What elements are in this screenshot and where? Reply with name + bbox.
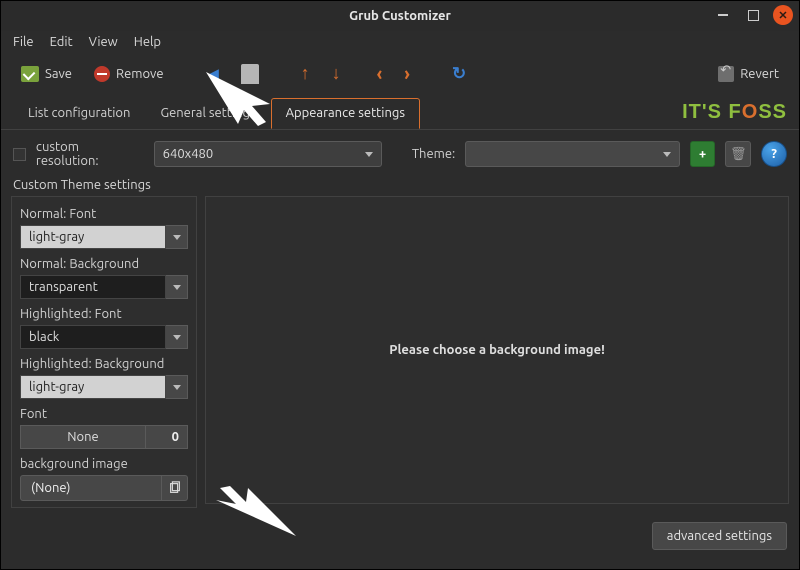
toolbar: Save Remove ◂ ↑ ↓ ‹ › ↻ Revert (1, 55, 799, 96)
resolution-theme-row: custom resolution: 640x480 Theme: + 🗑 ? (1, 130, 799, 178)
normal-bg-value: transparent (20, 275, 166, 299)
highlighted-font-value: black (20, 325, 166, 349)
preview-placeholder: Please choose a background image! (389, 343, 605, 357)
close-button[interactable]: ✕ (773, 5, 793, 25)
titlebar: Grub Customizer ✕ (1, 1, 799, 31)
footer: advanced settings (1, 514, 799, 562)
dropdown-button[interactable] (166, 225, 188, 249)
dropdown-button[interactable] (166, 375, 188, 399)
tab-list-configuration[interactable]: List configuration (13, 98, 145, 128)
dropdown-button[interactable] (166, 325, 188, 349)
advanced-settings-button[interactable]: advanced settings (652, 522, 787, 550)
new-button[interactable] (233, 60, 267, 88)
window-controls: ✕ (713, 5, 793, 25)
undo-button[interactable]: ◂ (202, 59, 227, 88)
highlighted-font-label: Highlighted: Font (20, 307, 188, 321)
remove-icon (94, 66, 110, 82)
normal-font-label: Normal: Font (20, 207, 188, 221)
copy-icon (168, 481, 182, 495)
chevron-down-icon (173, 335, 181, 340)
highlighted-bg-select[interactable]: light-gray (20, 375, 188, 399)
arrow-down-icon: ↓ (332, 63, 341, 84)
theme-settings-sidebar: Normal: Font light-gray Normal: Backgrou… (11, 196, 197, 508)
menubar: File Edit View Help (1, 31, 799, 55)
menu-file[interactable]: File (13, 35, 34, 49)
remove-button[interactable]: Remove (86, 62, 172, 86)
background-preview-area[interactable]: Please choose a background image! (205, 196, 789, 504)
font-name-button[interactable]: None (20, 425, 146, 449)
normal-bg-select[interactable]: transparent (20, 275, 188, 299)
chevron-down-icon (173, 235, 181, 240)
move-up-button[interactable]: ↑ (293, 59, 318, 88)
maximize-button[interactable] (743, 5, 763, 25)
minimize-button[interactable] (713, 5, 733, 25)
chevron-left-icon: ‹ (377, 64, 383, 84)
save-label: Save (45, 67, 72, 81)
chevron-down-icon (663, 152, 671, 157)
menu-help[interactable]: Help (134, 35, 161, 49)
menu-view[interactable]: View (89, 35, 118, 49)
highlighted-font-select[interactable]: black (20, 325, 188, 349)
highlighted-bg-value: light-gray (20, 375, 166, 399)
arrow-up-icon: ↑ (301, 63, 310, 84)
menu-edit[interactable]: Edit (50, 35, 73, 49)
custom-resolution-label: custom resolution: (36, 140, 144, 168)
delete-icon: 🗑 (730, 147, 747, 162)
tab-general-settings[interactable]: General settings (145, 98, 270, 128)
reload-icon: ↻ (452, 64, 466, 84)
help-button[interactable]: ? (761, 141, 787, 167)
revert-label: Revert (740, 67, 779, 81)
revert-icon (718, 66, 734, 82)
help-icon: ? (771, 147, 777, 161)
next-button[interactable]: › (396, 60, 418, 88)
custom-theme-section-label: Custom Theme settings (1, 178, 799, 196)
undo-icon: ◂ (210, 63, 219, 84)
remove-label: Remove (116, 67, 164, 81)
normal-bg-label: Normal: Background (20, 257, 188, 271)
dropdown-button[interactable] (166, 275, 188, 299)
chevron-down-icon (365, 152, 373, 157)
font-label: Font (20, 407, 188, 421)
theme-combo[interactable] (465, 141, 679, 167)
chevron-right-icon: › (404, 64, 410, 84)
normal-font-value: light-gray (20, 225, 166, 249)
revert-button[interactable]: Revert (710, 62, 787, 86)
tab-appearance-settings[interactable]: Appearance settings (271, 98, 420, 129)
custom-resolution-checkbox[interactable] (13, 148, 26, 161)
background-image-label: background image (20, 457, 188, 471)
resolution-value: 640x480 (163, 147, 214, 161)
add-theme-button[interactable]: + (690, 141, 716, 167)
background-image-row: (None) (20, 475, 188, 501)
resolution-combo[interactable]: 640x480 (154, 141, 382, 167)
brand-logo: IT'S FOSS (682, 101, 787, 124)
chevron-down-icon (173, 385, 181, 390)
move-down-button[interactable]: ↓ (324, 59, 349, 88)
new-file-icon (241, 64, 259, 84)
highlighted-bg-label: Highlighted: Background (20, 357, 188, 371)
remove-theme-button[interactable]: 🗑 (725, 141, 751, 167)
font-size-field[interactable]: 0 (146, 425, 188, 449)
theme-label: Theme: (412, 147, 455, 161)
save-button[interactable]: Save (13, 62, 80, 86)
body: Normal: Font light-gray Normal: Backgrou… (1, 196, 799, 514)
window-title: Grub Customizer (349, 9, 451, 23)
reload-button[interactable]: ↻ (444, 60, 474, 88)
prev-button[interactable]: ‹ (369, 60, 391, 88)
background-image-clear-button[interactable] (162, 475, 188, 501)
plus-icon: + (699, 147, 706, 161)
normal-font-select[interactable]: light-gray (20, 225, 188, 249)
background-image-button[interactable]: (None) (20, 475, 162, 501)
chevron-down-icon (173, 285, 181, 290)
font-row: None 0 (20, 425, 188, 449)
save-icon (21, 66, 39, 82)
tabs: List configuration General settings Appe… (1, 96, 799, 130)
